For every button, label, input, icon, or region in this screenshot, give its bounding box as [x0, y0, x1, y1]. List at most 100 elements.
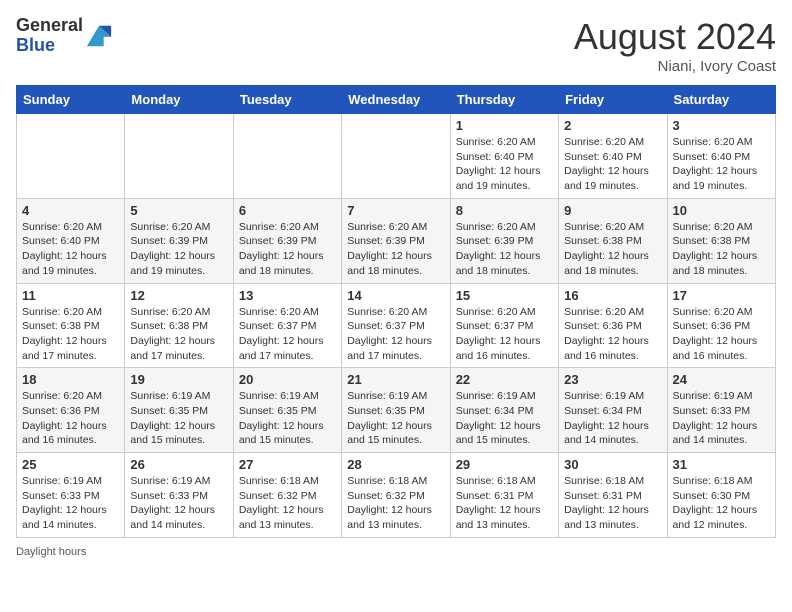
- calendar-cell: 9Sunrise: 6:20 AMSunset: 6:38 PMDaylight…: [559, 198, 667, 283]
- calendar-cell: 16 Sunrise: 6:20 AMSunset: 6:36 PMDayligh…: [559, 283, 667, 368]
- day-header-tuesday: Tuesday: [233, 86, 341, 114]
- day-info: Sunrise: 6:20 AMSunset: 6:36 PMDaylight:…: [22, 389, 119, 448]
- calendar-cell: 28 Sunrise: 6:18 AMSunset: 6:32 PMDayligh…: [342, 453, 450, 538]
- day-info: Sunrise: 6:20 AMSunset: 6:40 PMDaylight:…: [673, 135, 770, 194]
- day-number: 21: [347, 372, 444, 387]
- day-number: 9: [564, 203, 661, 218]
- day-number: 26: [130, 457, 227, 472]
- day-info: Sunrise: 6:20 AMSunset: 6:38 PMDaylight:…: [130, 305, 227, 364]
- calendar-week-5: 25 Sunrise: 6:19 AMSunset: 6:33 PMDayligh…: [17, 453, 776, 538]
- day-header-sunday: Sunday: [17, 86, 125, 114]
- day-info: Sunrise: 6:20 AMSunset: 6:39 PMDaylight:…: [347, 220, 444, 279]
- calendar-cell: 7 Sunrise: 6:20 AMSunset: 6:39 PMDaylight…: [342, 198, 450, 283]
- calendar-cell: 22 Sunrise: 6:19 AMSunset: 6:34 PMDayligh…: [450, 368, 558, 453]
- day-info: Sunrise: 6:19 AMSunset: 6:34 PMDaylight:…: [456, 389, 553, 448]
- calendar-cell: 31 Sunrise: 6:18 AMSunset: 6:30 PMDayligh…: [667, 453, 775, 538]
- day-number: 15: [456, 288, 553, 303]
- calendar-cell: 27 Sunrise: 6:18 AMSunset: 6:32 PMDayligh…: [233, 453, 341, 538]
- day-number: 2: [564, 118, 661, 133]
- day-number: 8: [456, 203, 553, 218]
- calendar-cell: 19Sunrise: 6:19 AMSunset: 6:35 PMDayligh…: [125, 368, 233, 453]
- calendar-cell: 14 Sunrise: 6:20 AMSunset: 6:37 PMDayligh…: [342, 283, 450, 368]
- day-info: Sunrise: 6:20 AMSunset: 6:40 PMDaylight:…: [456, 135, 553, 194]
- day-number: 18: [22, 372, 119, 387]
- calendar-cell: 15Sunrise: 6:20 AMSunset: 6:37 PMDayligh…: [450, 283, 558, 368]
- day-info: Sunrise: 6:18 AMSunset: 6:30 PMDaylight:…: [673, 474, 770, 533]
- calendar-cell: 17 Sunrise: 6:20 AMSunset: 6:36 PMDayligh…: [667, 283, 775, 368]
- logo-general: General: [16, 15, 83, 35]
- calendar-cell: 30Sunrise: 6:18 AMSunset: 6:31 PMDayligh…: [559, 453, 667, 538]
- calendar-cell: 3 Sunrise: 6:20 AMSunset: 6:40 PMDaylight…: [667, 114, 775, 199]
- page-header: General Blue August 2024 Niani, Ivory Co…: [16, 16, 776, 75]
- calendar-cell: 29 Sunrise: 6:18 AMSunset: 6:31 PMDayligh…: [450, 453, 558, 538]
- day-info: Sunrise: 6:20 AMSunset: 6:36 PMDaylight:…: [673, 305, 770, 364]
- month-year: August 2024: [574, 16, 776, 58]
- day-info: Sunrise: 6:18 AMSunset: 6:32 PMDaylight:…: [347, 474, 444, 533]
- day-number: 16: [564, 288, 661, 303]
- day-number: 29: [456, 457, 553, 472]
- day-number: 25: [22, 457, 119, 472]
- calendar-week-2: 4 Sunrise: 6:20 AMSunset: 6:40 PMDaylight…: [17, 198, 776, 283]
- day-header-monday: Monday: [125, 86, 233, 114]
- day-info: Sunrise: 6:20 AMSunset: 6:36 PMDaylight:…: [564, 305, 661, 364]
- calendar-cell: 21 Sunrise: 6:19 AMSunset: 6:35 PMDayligh…: [342, 368, 450, 453]
- day-number: 6: [239, 203, 336, 218]
- calendar-cell: 8 Sunrise: 6:20 AMSunset: 6:39 PMDaylight…: [450, 198, 558, 283]
- day-info: Sunrise: 6:19 AMSunset: 6:35 PMDaylight:…: [130, 389, 227, 448]
- calendar-cell: [233, 114, 341, 199]
- calendar-week-4: 18 Sunrise: 6:20 AMSunset: 6:36 PMDayligh…: [17, 368, 776, 453]
- day-header-thursday: Thursday: [450, 86, 558, 114]
- day-number: 4: [22, 203, 119, 218]
- day-number: 20: [239, 372, 336, 387]
- day-number: 11: [22, 288, 119, 303]
- calendar-cell: 23 Sunrise: 6:19 AMSunset: 6:34 PMDayligh…: [559, 368, 667, 453]
- day-info: Sunrise: 6:18 AMSunset: 6:32 PMDaylight:…: [239, 474, 336, 533]
- day-info: Sunrise: 6:19 AMSunset: 6:33 PMDaylight:…: [130, 474, 227, 533]
- daylight-label: Daylight hours: [16, 546, 86, 558]
- day-info: Sunrise: 6:19 AMSunset: 6:34 PMDaylight:…: [564, 389, 661, 448]
- calendar-cell: 6 Sunrise: 6:20 AMSunset: 6:39 PMDaylight…: [233, 198, 341, 283]
- calendar-cell: 10 Sunrise: 6:20 AMSunset: 6:38 PMDayligh…: [667, 198, 775, 283]
- calendar-cell: 1 Sunrise: 6:20 AMSunset: 6:40 PMDaylight…: [450, 114, 558, 199]
- day-number: 23: [564, 372, 661, 387]
- day-info: Sunrise: 6:20 AMSunset: 6:39 PMDaylight:…: [456, 220, 553, 279]
- day-info: Sunrise: 6:19 AMSunset: 6:33 PMDaylight:…: [22, 474, 119, 533]
- day-info: Sunrise: 6:20 AMSunset: 6:37 PMDaylight:…: [239, 305, 336, 364]
- day-number: 27: [239, 457, 336, 472]
- calendar-cell: [17, 114, 125, 199]
- day-number: 1: [456, 118, 553, 133]
- calendar-cell: 13Sunrise: 6:20 AMSunset: 6:37 PMDayligh…: [233, 283, 341, 368]
- calendar-cell: 4 Sunrise: 6:20 AMSunset: 6:40 PMDaylight…: [17, 198, 125, 283]
- day-number: 14: [347, 288, 444, 303]
- day-info: Sunrise: 6:20 AMSunset: 6:40 PMDaylight:…: [22, 220, 119, 279]
- day-info: Sunrise: 6:20 AMSunset: 6:37 PMDaylight:…: [347, 305, 444, 364]
- title-block: August 2024 Niani, Ivory Coast: [574, 16, 776, 75]
- day-header-wednesday: Wednesday: [342, 86, 450, 114]
- day-number: 12: [130, 288, 227, 303]
- calendar-cell: 5 Sunrise: 6:20 AMSunset: 6:39 PMDaylight…: [125, 198, 233, 283]
- day-number: 22: [456, 372, 553, 387]
- day-info: Sunrise: 6:19 AMSunset: 6:35 PMDaylight:…: [347, 389, 444, 448]
- calendar-header-row: SundayMondayTuesdayWednesdayThursdayFrid…: [17, 86, 776, 114]
- day-info: Sunrise: 6:20 AMSunset: 6:38 PMDaylight:…: [22, 305, 119, 364]
- calendar-cell: 20Sunrise: 6:19 AMSunset: 6:35 PMDayligh…: [233, 368, 341, 453]
- day-number: 28: [347, 457, 444, 472]
- day-number: 17: [673, 288, 770, 303]
- day-info: Sunrise: 6:18 AMSunset: 6:31 PMDaylight:…: [456, 474, 553, 533]
- day-info: Sunrise: 6:18 AMSunset: 6:31 PMDaylight:…: [564, 474, 661, 533]
- day-number: 31: [673, 457, 770, 472]
- calendar-cell: 11 Sunrise: 6:20 AMSunset: 6:38 PMDayligh…: [17, 283, 125, 368]
- day-number: 3: [673, 118, 770, 133]
- day-info: Sunrise: 6:20 AMSunset: 6:39 PMDaylight:…: [239, 220, 336, 279]
- day-number: 24: [673, 372, 770, 387]
- calendar-cell: 26 Sunrise: 6:19 AMSunset: 6:33 PMDayligh…: [125, 453, 233, 538]
- day-info: Sunrise: 6:20 AMSunset: 6:38 PMDaylight:…: [673, 220, 770, 279]
- day-number: 10: [673, 203, 770, 218]
- calendar-week-1: 1 Sunrise: 6:20 AMSunset: 6:40 PMDaylight…: [17, 114, 776, 199]
- logo-text: General Blue: [16, 16, 83, 56]
- logo-blue: Blue: [16, 35, 55, 55]
- day-number: 5: [130, 203, 227, 218]
- day-info: Sunrise: 6:20 AMSunset: 6:39 PMDaylight:…: [130, 220, 227, 279]
- day-number: 7: [347, 203, 444, 218]
- logo: General Blue: [16, 16, 113, 56]
